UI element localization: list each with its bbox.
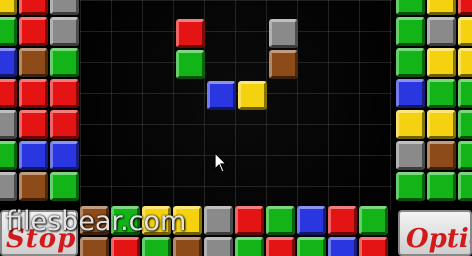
bottom-row-tile [266, 206, 295, 235]
left-column-tile [19, 48, 48, 77]
play-field-grid [80, 0, 392, 210]
right-column-tile [458, 48, 472, 77]
right-column-tile [396, 0, 425, 15]
left-column-tile [0, 172, 17, 201]
right-column-tile [427, 48, 456, 77]
left-column-tile [19, 172, 48, 201]
left-column-tile [50, 141, 79, 170]
left-column-tile [50, 79, 79, 108]
falling-piece-tile [176, 50, 205, 79]
bottom-row-tile [235, 206, 264, 235]
mouse-cursor-icon [214, 152, 228, 173]
right-column-tile [396, 172, 425, 201]
left-column-tile [19, 79, 48, 108]
falling-piece-tile [269, 19, 298, 48]
left-column-tile [50, 48, 79, 77]
falling-piece-tile [238, 81, 267, 110]
bottom-row-tile [204, 206, 233, 235]
options-button-label: Options [406, 224, 470, 254]
bottom-row-tile [297, 206, 326, 235]
bottom-row-tile [359, 206, 388, 235]
left-column-tile [0, 141, 17, 170]
game-screen: Stop Options filesbear.com [0, 0, 472, 256]
falling-piece-tile [269, 50, 298, 79]
right-column-tile [427, 17, 456, 46]
right-column-tile [458, 0, 472, 15]
left-column-tile [50, 110, 79, 139]
right-column-tile [396, 110, 425, 139]
bottom-row-tile [142, 237, 171, 256]
bottom-row-tile [266, 237, 295, 256]
right-column-tile [396, 17, 425, 46]
watermark-text: filesbear.com [6, 206, 187, 237]
left-column-tile [0, 48, 17, 77]
right-column-tile [458, 172, 472, 201]
right-column-tile [396, 79, 425, 108]
right-column-tile [396, 48, 425, 77]
right-column-tile [396, 141, 425, 170]
bottom-row-tile [235, 237, 264, 256]
left-column-tile [19, 110, 48, 139]
right-column-tile [427, 79, 456, 108]
bottom-row-tile [328, 206, 357, 235]
right-column-tile [458, 141, 472, 170]
left-column-tile [0, 110, 17, 139]
right-column-tile [458, 17, 472, 46]
bottom-row-tile [297, 237, 326, 256]
left-column-tile [0, 79, 17, 108]
bottom-row-tile [204, 237, 233, 256]
falling-piece-tile [207, 81, 236, 110]
right-column-tile [427, 172, 456, 201]
falling-piece-tile [176, 19, 205, 48]
left-column-tile [50, 172, 79, 201]
bottom-row-tile [173, 237, 202, 256]
left-column-tile [19, 17, 48, 46]
bottom-row-tile [328, 237, 357, 256]
right-column-tile [427, 110, 456, 139]
left-column-tile [50, 17, 79, 46]
bottom-row-tile [80, 237, 109, 256]
right-column-tile [427, 141, 456, 170]
left-column-tile [50, 0, 79, 15]
left-column-tile [19, 0, 48, 15]
left-column-tile [0, 0, 17, 15]
left-column-tile [0, 17, 17, 46]
left-column-tile [19, 141, 48, 170]
bottom-row-tile [111, 237, 140, 256]
options-button[interactable]: Options [398, 210, 472, 256]
right-column-tile [458, 79, 472, 108]
right-column-tile [458, 110, 472, 139]
right-column-tile [427, 0, 456, 15]
bottom-row-tile [359, 237, 388, 256]
